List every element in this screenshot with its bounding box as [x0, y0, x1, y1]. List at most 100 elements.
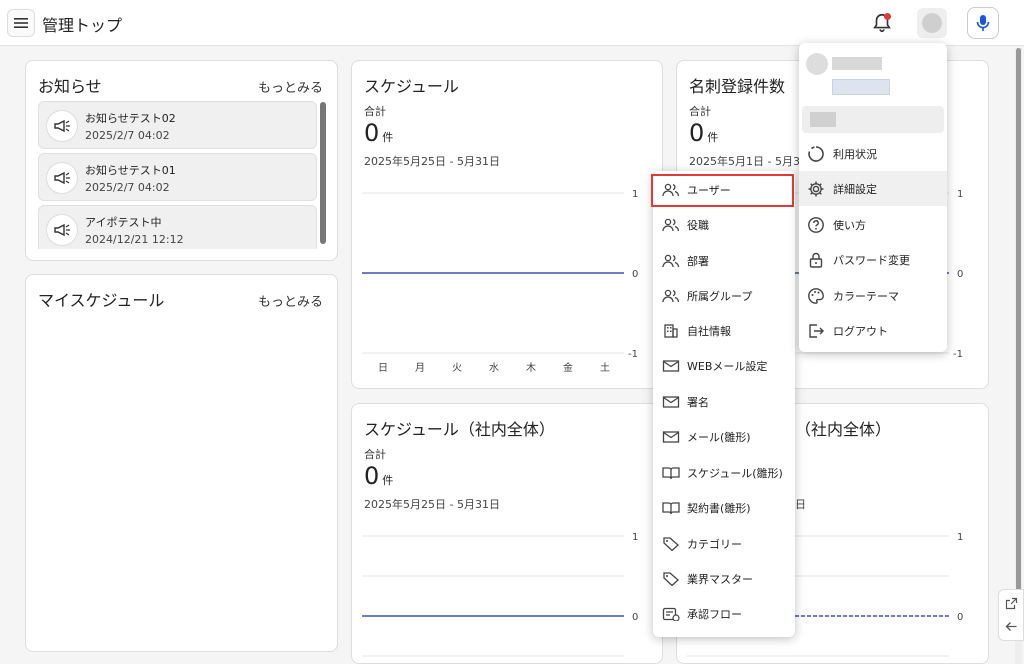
my-schedule-more-link[interactable]: もっとみる [258, 291, 323, 310]
menu-item-company-info[interactable]: 自社情報 [653, 314, 795, 348]
flow-icon [662, 607, 680, 621]
menu-item-label: 承認フロー [687, 608, 742, 621]
schedule-sum-value: 0件 [364, 119, 394, 147]
list-item[interactable]: お知らせテスト01 2025/2/7 04:02 [38, 153, 317, 201]
users-icon [662, 254, 680, 268]
schedule-sum-label: 合計 [364, 105, 386, 118]
menu-item-label: スケジュール(雛形) [687, 467, 783, 480]
notices-title: お知らせ [38, 77, 102, 96]
menu-item-label: 業界マスター [687, 573, 753, 586]
menu-item-industry-master[interactable]: 業界マスター [653, 562, 795, 596]
menu-item-how-to-use[interactable]: 使い方 [799, 207, 947, 242]
megaphone-icon [46, 110, 78, 142]
selected-menu-highlight [651, 174, 794, 207]
menu-item-departments[interactable]: 部署 [653, 244, 795, 278]
open-external-icon[interactable] [1005, 597, 1018, 610]
x-tick: 月 [415, 363, 425, 374]
menu-item-mail-template[interactable]: メール(雛形) [653, 420, 795, 454]
y-tick: 0 [957, 612, 963, 623]
megaphone-icon [46, 162, 78, 194]
menu-item-change-password[interactable]: パスワード変更 [799, 242, 947, 277]
menu-item-webmail-settings[interactable]: WEBメール設定 [653, 349, 795, 383]
list-item[interactable]: お知らせテスト02 2025/2/7 04:02 [38, 101, 317, 149]
schedule-company-sum-label: 合計 [364, 448, 386, 461]
menu-item-groups[interactable]: 所属グループ [653, 279, 795, 313]
schedule-company-chart: 1 0 [362, 532, 638, 657]
company-name-redacted [810, 112, 836, 127]
x-tick: 水 [489, 363, 499, 374]
menu-item-label: 使い方 [833, 218, 866, 232]
card-company-title: （社内全体） [795, 420, 892, 439]
menu-item-label: カラーテーマ [833, 289, 899, 303]
logout-icon [809, 323, 824, 338]
menu-item-logout[interactable]: ログアウト [799, 313, 947, 348]
menu-item-approval-flow[interactable]: 承認フロー [653, 597, 795, 631]
gear-icon [808, 181, 824, 196]
schedule-company-sum-value: 0件 [364, 462, 394, 490]
menu-item-label: 部署 [687, 255, 709, 268]
menu-item-label: 利用状況 [833, 147, 877, 161]
book-icon [662, 467, 680, 480]
menu-item-label: 署名 [687, 396, 709, 409]
avatar [806, 53, 828, 75]
menu-item-detailed-settings[interactable]: 詳細設定 [799, 171, 947, 206]
y-tick: 1 [957, 532, 963, 543]
book-icon [662, 502, 680, 515]
menu-item-category[interactable]: カテゴリー [653, 527, 795, 561]
x-tick: 土 [600, 363, 610, 374]
palette-icon [808, 287, 824, 304]
menu-item-label: WEBメール設定 [687, 360, 768, 373]
side-tools-panel [998, 589, 1024, 641]
hamburger-menu-button[interactable] [7, 9, 35, 37]
schedule-chart: 1 0 -1 [362, 189, 638, 360]
megaphone-icon [46, 214, 78, 246]
menu-item-schedule-template[interactable]: スケジュール(雛形) [653, 456, 795, 490]
arrow-left-icon[interactable] [1005, 620, 1018, 633]
x-tick: 金 [563, 363, 573, 374]
users-icon [662, 289, 680, 303]
menu-item-label: メール(雛形) [687, 431, 751, 444]
mail-icon [662, 396, 680, 408]
menu-item-color-theme[interactable]: カラーテーマ [799, 278, 947, 313]
top-bar: 管理トップ [0, 0, 1024, 46]
page-scrollbar[interactable] [1016, 48, 1021, 608]
schedule-date-range: 2025年5月25日 - 5月31日 [364, 155, 500, 168]
notice-title: アイポテスト中 [85, 216, 162, 229]
card-company-date-range: 日 [795, 498, 806, 511]
schedule-company-date-range: 2025年5月25日 - 5月31日 [364, 498, 500, 511]
menu-item-label: ログアウト [833, 324, 888, 338]
lock-icon [809, 252, 823, 268]
microphone-icon [976, 15, 990, 31]
y-tick: 1 [632, 532, 638, 543]
schedule-card: スケジュール 合計 0件 2025年5月25日 - 5月31日 1 0 -1 日… [351, 60, 663, 389]
user-menu: 利用状況 詳細設定 使い方 パスワード変更 カラーテーマ ログアウト [799, 43, 947, 352]
menu-item-usage[interactable]: 利用状況 [799, 136, 947, 171]
menu-item-label: 役職 [687, 219, 709, 232]
tag-icon [663, 572, 679, 586]
menu-item-positions[interactable]: 役職 [653, 208, 795, 242]
schedule-day-labels: 日 月 火 水 木 金 土 [364, 359, 626, 374]
my-schedule-card: マイスケジュール もっとみる [25, 274, 338, 652]
menu-item-contract-template[interactable]: 契約書(雛形) [653, 491, 795, 525]
schedule-company-card: スケジュール（社内全体） 合計 0件 2025年5月25日 - 5月31日 1 … [351, 403, 663, 664]
mail-icon [662, 360, 680, 372]
y-tick: 0 [957, 269, 963, 280]
usage-icon [808, 145, 824, 162]
menu-item-label: パスワード変更 [833, 253, 910, 267]
users-icon [662, 218, 680, 232]
menu-item-signature[interactable]: 署名 [653, 385, 795, 419]
user-avatar-button[interactable] [917, 8, 947, 38]
y-tick: 1 [957, 189, 963, 200]
notices-card: お知らせ もっとみる お知らせテスト02 2025/2/7 04:02 お知らせ… [25, 60, 338, 261]
card-registration-title: 名刺登録件数 [689, 77, 786, 96]
x-tick: 火 [452, 363, 462, 374]
notices-scrollbar[interactable] [320, 102, 326, 244]
notices-more-link[interactable]: もっとみる [258, 77, 323, 96]
notices-list[interactable]: お知らせテスト02 2025/2/7 04:02 お知らせテスト01 2025/… [38, 101, 317, 249]
x-tick: 日 [378, 363, 388, 374]
voice-input-button[interactable] [967, 7, 999, 39]
y-tick: 0 [632, 612, 638, 623]
notice-title: お知らせテスト01 [85, 164, 176, 177]
list-item[interactable]: アイポテスト中 2024/12/21 12:12 [38, 205, 317, 249]
user-company-box[interactable] [802, 106, 944, 133]
